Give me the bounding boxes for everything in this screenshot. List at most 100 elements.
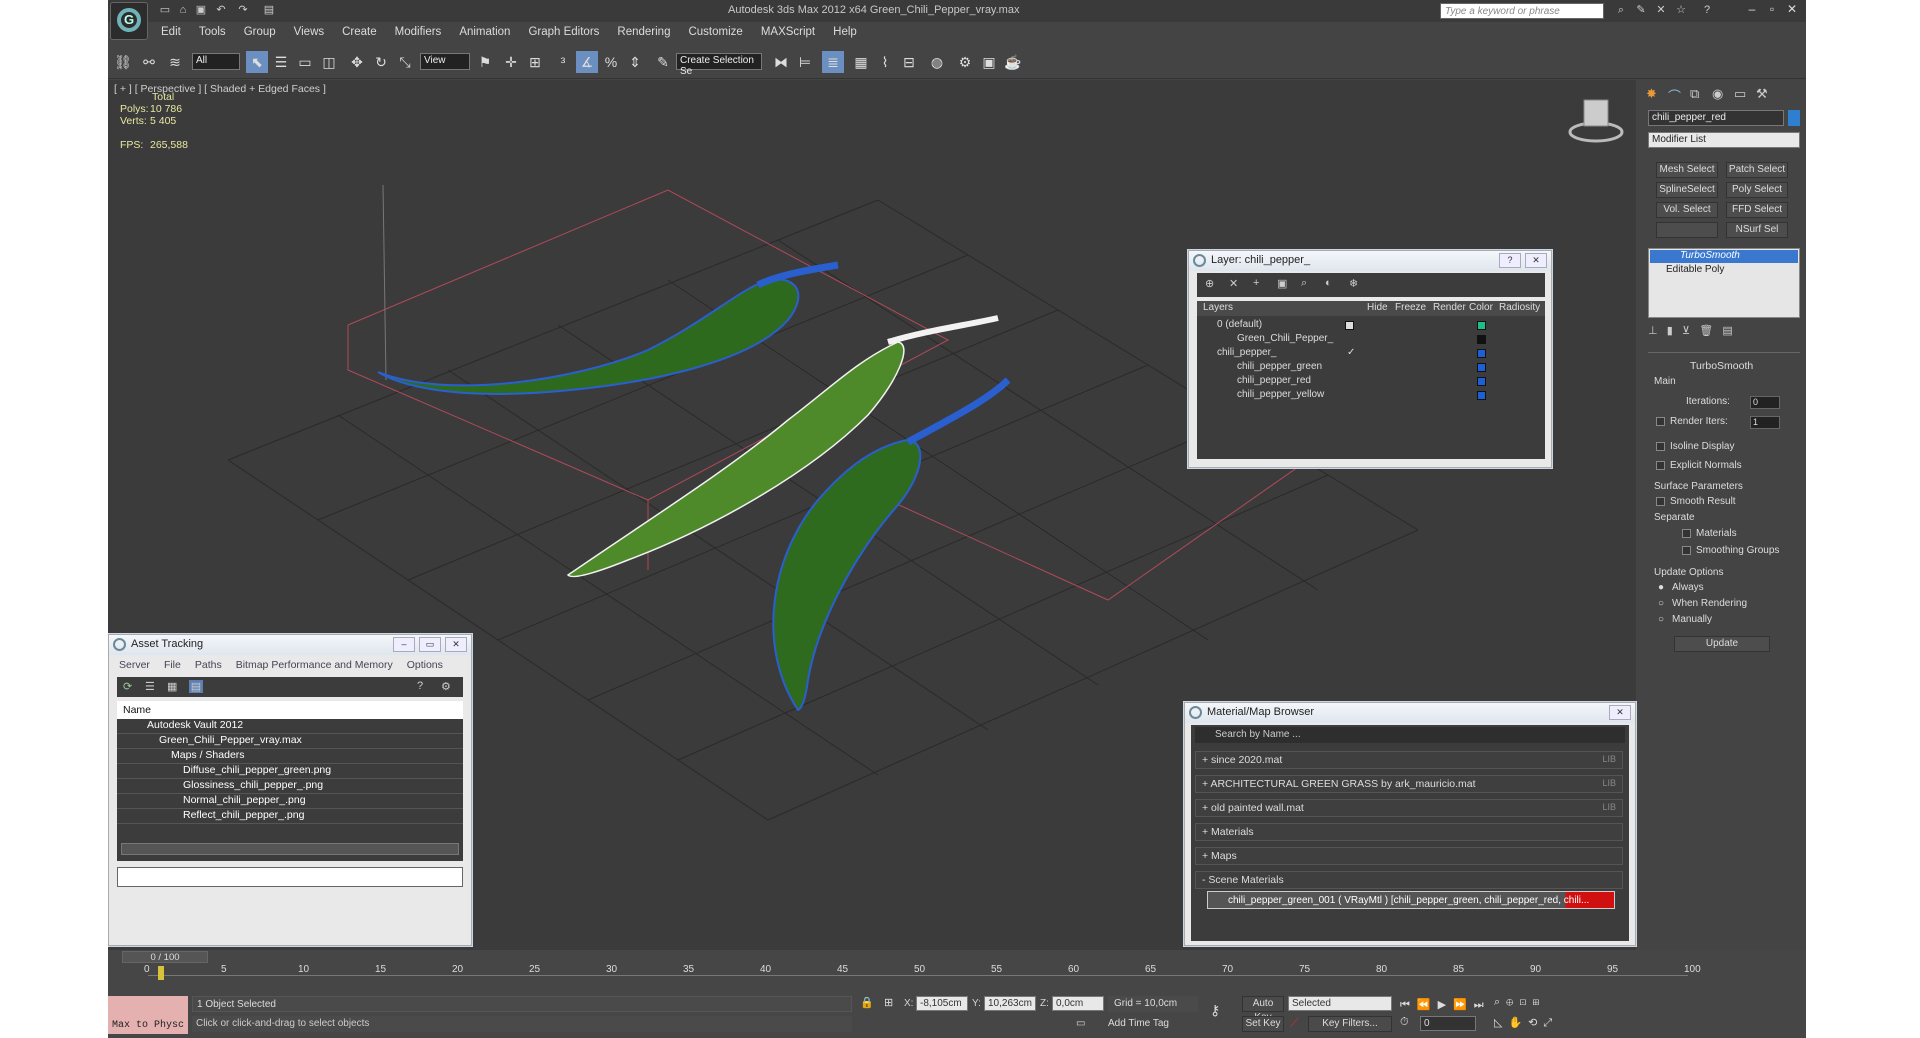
render-production-icon[interactable]: ☕ bbox=[1002, 51, 1024, 73]
close-icon[interactable]: ✕ bbox=[1784, 2, 1800, 18]
col-hide[interactable]: Hide bbox=[1367, 302, 1388, 313]
communication-center-icon[interactable]: ✎ bbox=[1634, 3, 1648, 17]
redo-icon[interactable]: ↷ bbox=[236, 3, 250, 17]
layer-row[interactable]: chili_pepper_yellow bbox=[1197, 389, 1545, 403]
key-filter-icon[interactable]: ⟋ bbox=[1290, 1016, 1298, 1031]
menu-group[interactable]: Group bbox=[235, 24, 285, 42]
radio-manually[interactable]: ○ bbox=[1658, 614, 1664, 625]
poly-select-button[interactable]: Poly Select bbox=[1726, 182, 1788, 198]
render-setup-icon[interactable]: ⚙ bbox=[954, 51, 976, 73]
category-row[interactable]: + Maps bbox=[1195, 847, 1623, 865]
stack-item-editable-poly[interactable]: Editable Poly bbox=[1650, 264, 1798, 277]
render-iters-spinner[interactable]: 1 bbox=[1750, 416, 1780, 429]
fov-icon[interactable]: ◺ bbox=[1494, 1017, 1508, 1029]
menu-bitmap-performance[interactable]: Bitmap Performance and Memory bbox=[236, 659, 393, 671]
next-frame-icon[interactable]: ⏩ bbox=[1453, 999, 1474, 1011]
lock-selection-icon[interactable]: 🔒 bbox=[860, 996, 874, 1009]
update-button[interactable]: Update bbox=[1674, 636, 1770, 652]
reference-coord-dropdown[interactable]: View bbox=[420, 53, 470, 70]
layer-color-swatch[interactable] bbox=[1477, 321, 1486, 330]
close-icon[interactable]: ✕ bbox=[445, 637, 467, 652]
orbit-icon[interactable]: ⟲ bbox=[1528, 1017, 1543, 1029]
tree-row-asset[interactable]: Normal_chili_pepper_.png bbox=[117, 794, 463, 809]
rendered-frame-icon[interactable]: ▣ bbox=[978, 51, 1000, 73]
smooth-result-checkbox[interactable] bbox=[1656, 497, 1665, 506]
close-icon[interactable]: ✕ bbox=[1525, 253, 1547, 268]
asset-tracking-titlebar[interactable]: Asset Tracking – ▭ ✕ bbox=[109, 635, 471, 655]
add-to-layer-icon[interactable]: + bbox=[1253, 277, 1259, 289]
library-row[interactable]: + ARCHITECTURAL GREEN GRASS by ark_mauri… bbox=[1195, 775, 1623, 793]
table-view-icon[interactable]: ▤ bbox=[189, 680, 203, 693]
pan-icon[interactable]: ✋ bbox=[1508, 1017, 1528, 1029]
layer-color-swatch[interactable] bbox=[1477, 363, 1486, 372]
ffd-select-button[interactable]: FFD Select bbox=[1726, 202, 1788, 218]
layer-manager-icon[interactable]: ≣ bbox=[822, 51, 844, 73]
spline-select-button[interactable]: SplineSelect bbox=[1656, 182, 1718, 198]
restore-icon[interactable]: ▫ bbox=[1764, 2, 1780, 18]
col-color[interactable]: Color bbox=[1469, 302, 1493, 313]
radio-when-rendering[interactable]: ○ bbox=[1658, 598, 1664, 609]
graphite-icon[interactable]: ▦ bbox=[850, 51, 872, 73]
stack-item-turbosmooth[interactable]: TurboSmooth bbox=[1650, 250, 1798, 263]
refresh-icon[interactable]: ⟳ bbox=[123, 680, 132, 693]
render-iters-checkbox[interactable] bbox=[1656, 417, 1665, 426]
move-icon[interactable]: ✥ bbox=[346, 51, 368, 73]
show-end-result-icon[interactable]: ▮ bbox=[1667, 325, 1673, 337]
key-icon[interactable]: ⚷ bbox=[1210, 1002, 1220, 1019]
menu-graph-editors[interactable]: Graph Editors bbox=[519, 24, 608, 42]
create-tab-icon[interactable]: ✸ bbox=[1646, 86, 1657, 102]
help-icon[interactable]: ? bbox=[1700, 3, 1714, 17]
current-layer-icon[interactable] bbox=[1345, 321, 1354, 330]
help-icon[interactable]: ? bbox=[417, 680, 423, 692]
go-to-start-icon[interactable]: ⏮ bbox=[1400, 999, 1417, 1011]
rollout-turbosmooth[interactable]: TurboSmooth bbox=[1690, 360, 1753, 372]
column-name[interactable]: Name bbox=[117, 701, 463, 719]
layer-window-titlebar[interactable]: Layer: chili_pepper_ ? ✕ bbox=[1189, 251, 1551, 271]
set-key-button[interactable]: Set Key bbox=[1242, 1016, 1284, 1032]
display-tab-icon[interactable]: ▭ bbox=[1734, 86, 1746, 102]
pivot-center-icon[interactable]: ⚑ bbox=[474, 51, 496, 73]
material-search-input[interactable]: Search by Name ... bbox=[1195, 727, 1625, 743]
settings-icon[interactable]: ⚙ bbox=[441, 680, 451, 693]
iterations-spinner[interactable]: 0 bbox=[1750, 396, 1780, 409]
menu-views[interactable]: Views bbox=[285, 24, 333, 42]
go-to-end-icon[interactable]: ⏭ bbox=[1474, 999, 1491, 1011]
menu-paths[interactable]: Paths bbox=[195, 659, 222, 671]
time-config-icon[interactable]: ⏱ bbox=[1400, 1016, 1409, 1029]
menu-maxscript[interactable]: MAXScript bbox=[752, 24, 824, 42]
object-name-field[interactable]: chili_pepper_red bbox=[1648, 110, 1784, 126]
chili-pepper-right[interactable] bbox=[772, 438, 922, 712]
horizontal-scrollbar[interactable] bbox=[121, 843, 459, 855]
pin-stack-icon[interactable]: ⊥ bbox=[1648, 325, 1658, 337]
help-icon[interactable]: ? bbox=[1499, 253, 1521, 268]
library-row[interactable]: + old painted wall.mat LIB bbox=[1195, 799, 1623, 817]
schematic-view-icon[interactable]: ⊟ bbox=[898, 51, 920, 73]
spinner-snap-icon[interactable]: ⇕ bbox=[624, 51, 646, 73]
menu-help[interactable]: Help bbox=[824, 24, 866, 42]
layer-color-swatch[interactable] bbox=[1477, 349, 1486, 358]
absolute-mode-icon[interactable]: ⊞ bbox=[884, 996, 893, 1009]
layer-color-swatch[interactable] bbox=[1477, 335, 1486, 344]
save-icon[interactable]: ▣ bbox=[194, 3, 208, 17]
hide-all-icon[interactable]: ◐ bbox=[1325, 277, 1332, 289]
menu-animation[interactable]: Animation bbox=[450, 24, 519, 42]
current-frame-field[interactable]: 0 bbox=[1420, 1016, 1476, 1031]
motion-tab-icon[interactable]: ◉ bbox=[1712, 86, 1723, 102]
library-row[interactable]: + since 2020.mat LIB bbox=[1195, 751, 1623, 769]
binoculars-icon[interactable]: ⌕ bbox=[1614, 3, 1628, 17]
menu-file[interactable]: File bbox=[164, 659, 181, 671]
add-time-tag[interactable]: Add Time Tag bbox=[1108, 1018, 1169, 1029]
smoothing-groups-checkbox[interactable] bbox=[1682, 546, 1691, 555]
col-freeze[interactable]: Freeze bbox=[1395, 302, 1426, 313]
time-cursor[interactable] bbox=[158, 966, 164, 980]
viewcube-icon[interactable] bbox=[1568, 99, 1624, 143]
menu-options[interactable]: Options bbox=[407, 659, 443, 671]
hierarchy-tab-icon[interactable]: ⧉ bbox=[1690, 86, 1699, 102]
layer-color-swatch[interactable] bbox=[1477, 391, 1486, 400]
category-row[interactable]: - Scene Materials bbox=[1195, 871, 1623, 889]
vol-select-button[interactable]: Vol. Select bbox=[1656, 202, 1718, 218]
menu-tools[interactable]: Tools bbox=[190, 24, 235, 42]
utilities-tab-icon[interactable]: ⚒ bbox=[1756, 86, 1768, 102]
mesh-select-button[interactable]: Mesh Select bbox=[1656, 162, 1718, 178]
prev-frame-icon[interactable]: ⏪ bbox=[1417, 999, 1438, 1011]
